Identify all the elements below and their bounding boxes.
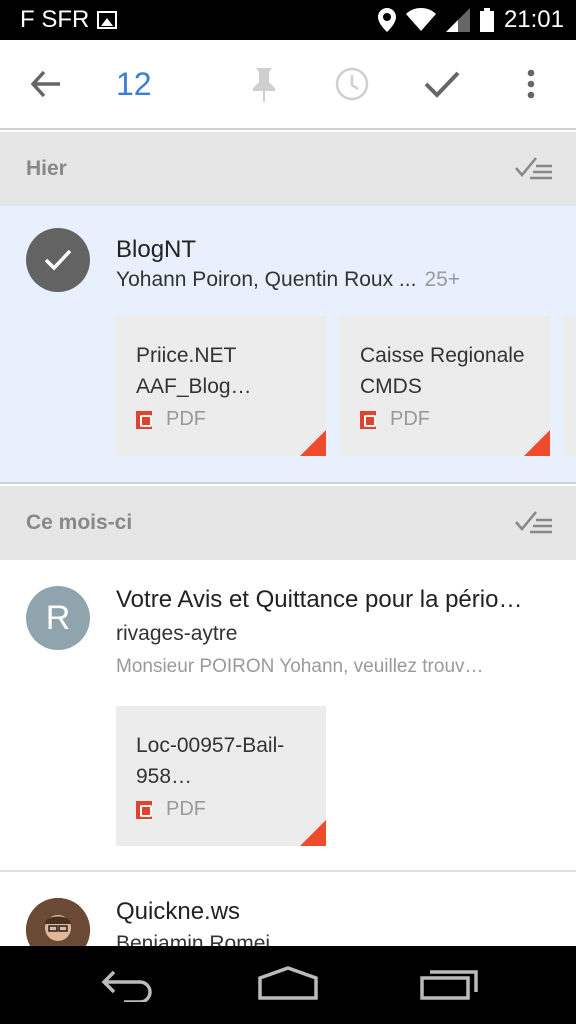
thread-title: Quickne.ws: [116, 898, 241, 925]
more-vert-icon: [527, 69, 535, 99]
thread-title: BlogNT: [116, 236, 197, 263]
carrier-label: F SFR: [20, 6, 90, 33]
attachment-card[interactable]: Priice.NET AAF_Blog… PDF: [116, 316, 326, 456]
thread-senders: Yohann Poiron, Quentin Roux ... 25+: [116, 268, 460, 292]
done-button[interactable]: [420, 58, 464, 110]
check-list-icon: [515, 511, 552, 534]
thread-snippet: Monsieur POIRON Yohann, veuillez trouv…: [116, 656, 484, 677]
sender-names: Yohann Poiron, Quentin Roux ...: [116, 268, 417, 291]
overflow-menu-button[interactable]: [516, 58, 546, 110]
status-time: 21:01: [503, 6, 564, 33]
avatar[interactable]: [26, 898, 90, 946]
home-icon: [258, 966, 318, 1000]
pdf-icon: [136, 800, 152, 819]
attachment-name: Priice.NET AAF_Blog…: [136, 344, 252, 398]
recents-icon: [420, 970, 478, 1000]
thread-title: Votre Avis et Quittance pour la pério…: [116, 586, 523, 613]
status-bar: F SFR 21:01: [0, 0, 576, 40]
image-notification-icon: [97, 11, 118, 29]
message-count: 25+: [424, 268, 461, 291]
pin-button[interactable]: [244, 58, 284, 110]
avatar[interactable]: R: [26, 586, 90, 650]
back-icon: [101, 970, 152, 1004]
clock-icon: [335, 67, 369, 101]
attachment-corner-fold: [300, 430, 326, 456]
thread-senders: rivages-aytre: [116, 622, 238, 645]
section-label: Ce mois-ci: [26, 511, 133, 534]
profile-photo-icon: [26, 898, 90, 946]
attachment-card[interactable]: Loc-00957-Bail-958… PDF: [116, 706, 326, 846]
thread-item[interactable]: R Votre Avis et Quittance pour la pério……: [0, 560, 576, 872]
attachment-type-label: PDF: [390, 408, 430, 430]
signal-icon: [445, 8, 470, 32]
sweep-section-button[interactable]: [514, 508, 554, 539]
back-button[interactable]: [26, 58, 66, 110]
thread-item[interactable]: Quickne.ws Benjamin Romei: [0, 874, 576, 946]
attachment-corner-fold: [300, 820, 326, 846]
check-list-icon: [515, 157, 552, 180]
attachment-type: PDF: [360, 408, 430, 431]
arrow-back-icon: [31, 71, 60, 97]
attachment-name: Loc-00957-Bail-958…: [136, 734, 285, 788]
nav-home-button[interactable]: [258, 966, 318, 1005]
sweep-section-button[interactable]: [514, 154, 554, 185]
pdf-icon: [360, 410, 376, 429]
navigation-bar: [0, 946, 576, 1024]
nav-back-button[interactable]: [100, 966, 156, 1007]
action-toolbar: 12: [0, 40, 576, 130]
attachment-type-label: PDF: [166, 798, 206, 820]
attachment-name: Caisse Regionale CMDS: [360, 344, 525, 398]
location-icon: [377, 8, 396, 32]
wifi-icon: [405, 8, 436, 31]
check-icon: [424, 71, 460, 98]
selected-count: 12: [116, 66, 152, 102]
pdf-icon: [136, 410, 152, 429]
battery-icon: [479, 8, 494, 32]
section-header-yesterday: Hier: [0, 132, 576, 206]
attachment-type: PDF: [136, 798, 206, 821]
section-header-this-month: Ce mois-ci: [0, 486, 576, 560]
thread-item-selected[interactable]: BlogNT Yohann Poiron, Quentin Roux ... 25…: [0, 206, 576, 484]
attachment-card-partial[interactable]: [564, 316, 576, 456]
pin-icon: [253, 68, 275, 102]
status-left: F SFR: [20, 6, 118, 34]
check-icon: [44, 249, 72, 271]
attachment-card[interactable]: Caisse Regionale CMDS PDF: [340, 316, 550, 456]
thread-senders: Benjamin Romei: [116, 932, 271, 946]
snooze-button[interactable]: [330, 58, 374, 110]
attachment-corner-fold: [524, 430, 550, 456]
section-label: Hier: [26, 157, 67, 180]
attachment-type: PDF: [136, 408, 206, 431]
selected-check-avatar[interactable]: [26, 228, 90, 292]
attachment-type-label: PDF: [166, 408, 206, 430]
nav-recents-button[interactable]: [420, 966, 478, 1005]
status-right: 21:01: [377, 6, 564, 34]
